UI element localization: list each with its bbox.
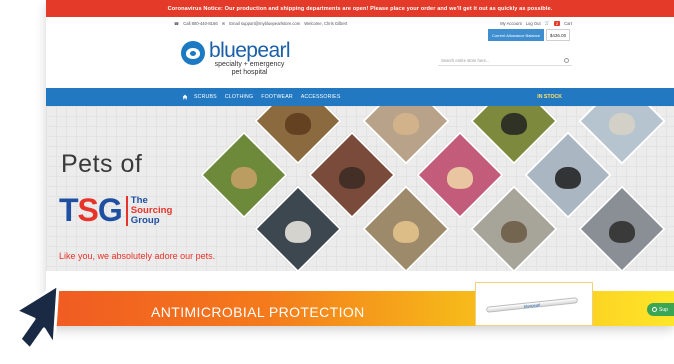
nav-item-scrubs[interactable]: SCRUBS: [194, 94, 217, 100]
antimicrobial-banner[interactable]: ANTIMICROBIAL PROTECTION bluepearl Sup: [46, 282, 674, 326]
search-placeholder: Search entire store here...: [441, 57, 490, 63]
tsg-sub-the: The: [130, 194, 148, 206]
cart-icon[interactable]: 🛒: [545, 20, 550, 26]
hero-tagline: Like you, we absolutely adore our pets.: [59, 251, 216, 261]
pen-image: bluepearl: [485, 297, 579, 313]
cart-link[interactable]: Cart: [564, 21, 572, 26]
chat-label: Sup: [659, 306, 668, 313]
page: Coronavirus Notice: Our production and s…: [0, 0, 674, 364]
tsg-letters: TSG: [59, 192, 123, 229]
notice-text: Coronavirus Notice: Our production and s…: [167, 5, 553, 12]
site-header: bluepearl specialty + emergency pet hosp…: [46, 29, 674, 88]
chat-icon: [652, 307, 657, 312]
logout-link[interactable]: Log Out: [526, 21, 541, 26]
nav-item-accessories[interactable]: ACCESSORIES: [301, 94, 341, 100]
main-nav: SCRUBS CLOTHING FOOTWEAR ACCESSORIES IN …: [46, 88, 674, 106]
tsg-logo: TSG The Sourcing Group: [59, 192, 172, 229]
email-icon: ✉: [221, 20, 226, 26]
pen-product-card[interactable]: bluepearl: [475, 282, 593, 326]
logo-name: bluepearl: [209, 39, 291, 62]
hero-title: Pets of: [61, 150, 143, 178]
nav-item-footwear[interactable]: FOOTWEAR: [261, 94, 293, 100]
phone-link[interactable]: Call 800-440-8166: [183, 21, 217, 26]
hero-banner[interactable]: Pets of TSG The Sourcing Group Like you,…: [46, 106, 674, 271]
tsg-letter-t: T: [59, 192, 79, 228]
allowance-balance-amount: $436.00: [549, 32, 567, 38]
paw-logo-icon: [181, 41, 205, 65]
tsg-letter-s: S: [77, 192, 99, 228]
tsg-letter-g: G: [97, 192, 123, 228]
nav-item-in-stock[interactable]: IN STOCK: [537, 94, 562, 100]
logo-subtitle-1: specialty + emergency: [214, 61, 285, 68]
email-link[interactable]: Email support@mybluepearlstore.com: [229, 21, 300, 26]
logo-subtitle-2: pet hospital: [231, 68, 268, 76]
website-screenshot: Coronavirus Notice: Our production and s…: [46, 0, 674, 326]
phone-icon: ☎: [174, 20, 180, 26]
cursor-icon: [14, 283, 60, 351]
allowance-balance-value: $436.00: [546, 29, 570, 41]
search-input[interactable]: Search entire store here...: [438, 55, 572, 66]
tsg-sub-sourcing: Sourcing: [130, 204, 173, 216]
tsg-subtitle: The Sourcing Group: [125, 194, 173, 226]
allowance-balance-label: Current Allowance Balance: [491, 32, 541, 38]
utility-bar: ☎ Call 800-440-8166 ✉ Email support@mybl…: [46, 17, 674, 29]
bluepearl-logo[interactable]: bluepearl specialty + emergency pet hosp…: [181, 39, 291, 76]
antimicrobial-title: ANTIMICROBIAL PROTECTION: [151, 304, 365, 320]
allowance-balance-button[interactable]: Current Allowance Balance: [488, 29, 544, 41]
my-account-link[interactable]: My Account: [500, 21, 522, 26]
cart-count-badge: 2: [553, 20, 561, 26]
search-icon[interactable]: [564, 57, 569, 63]
welcome-text: Welcome, Chris Gilbert: [304, 20, 348, 26]
home-icon[interactable]: [182, 94, 188, 100]
pen-imprint: bluepearl: [523, 301, 541, 309]
notice-bar: Coronavirus Notice: Our production and s…: [46, 0, 674, 17]
support-chat-button[interactable]: Sup: [647, 303, 674, 316]
tsg-sub-group: Group: [130, 214, 160, 226]
nav-item-clothing[interactable]: CLOTHING: [225, 94, 253, 100]
